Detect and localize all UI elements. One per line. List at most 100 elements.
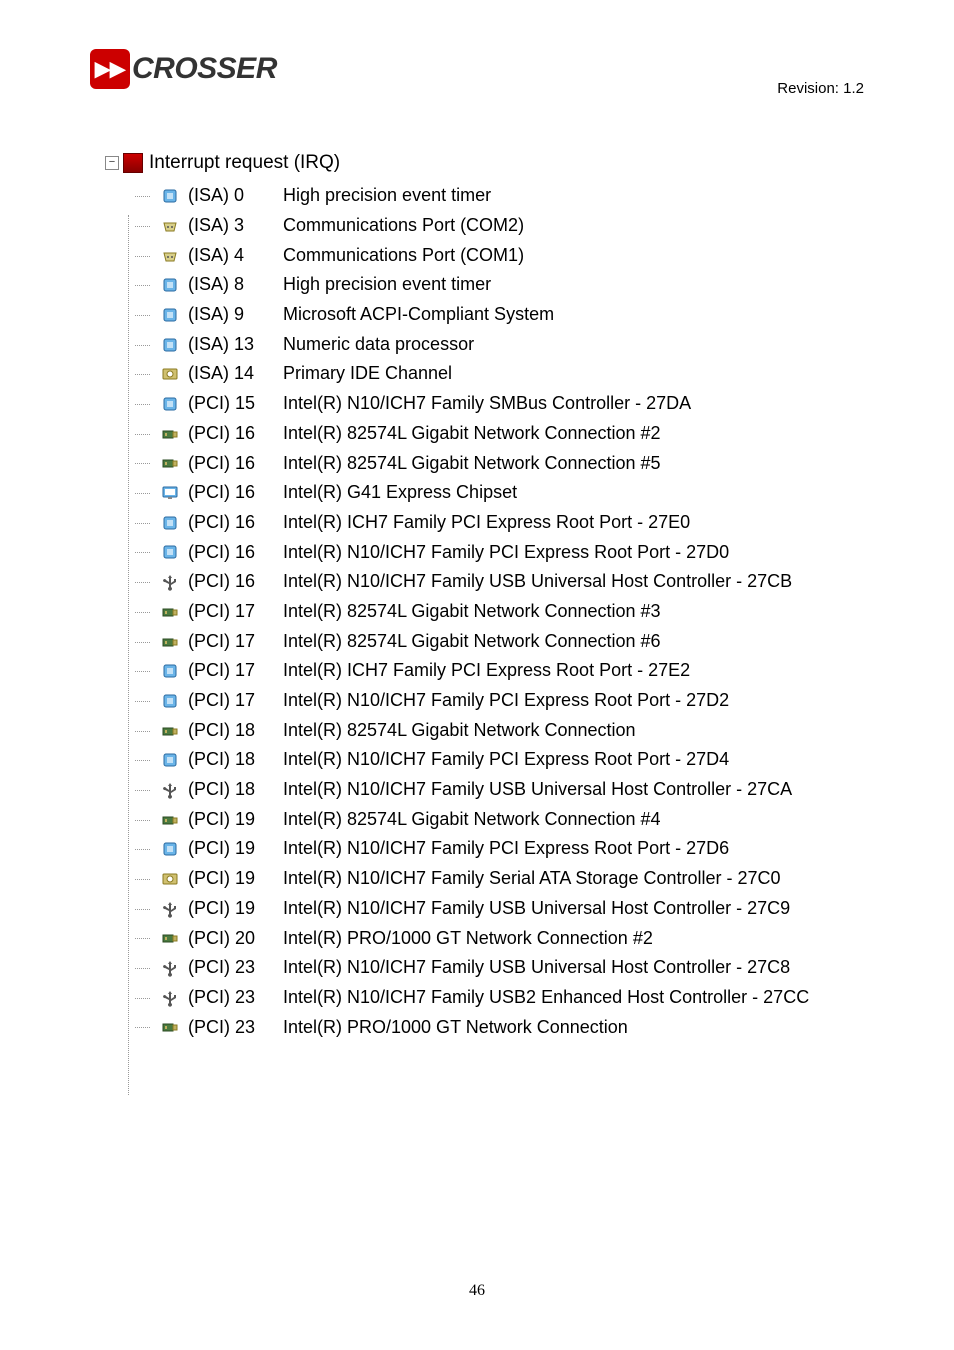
tree-vertical-connector — [128, 215, 130, 1095]
tree-item[interactable]: (ISA) 4Communications Port (COM1) — [135, 241, 954, 271]
page-number: 46 — [0, 1282, 954, 1300]
chip-icon — [160, 394, 180, 414]
tree-item[interactable]: (ISA) 8High precision event timer — [135, 270, 954, 300]
usb-icon — [160, 572, 180, 592]
chip-icon — [160, 839, 180, 859]
collapse-icon[interactable]: − — [105, 156, 119, 170]
irq-column: (PCI) 18 — [188, 745, 283, 775]
irq-column: (PCI) 17 — [188, 627, 283, 657]
device-description: Intel(R) N10/ICH7 Family USB Universal H… — [283, 894, 790, 924]
irq-column: (PCI) 17 — [188, 656, 283, 686]
irq-root-icon — [123, 153, 143, 173]
tree-item[interactable]: (ISA) 3Communications Port (COM2) — [135, 211, 954, 241]
tree-root[interactable]: − Interrupt request (IRQ) — [105, 147, 954, 178]
tree-item[interactable]: (PCI) 17Intel(R) 82574L Gigabit Network … — [135, 597, 954, 627]
tree-item[interactable]: (PCI) 19Intel(R) N10/ICH7 Family USB Uni… — [135, 894, 954, 924]
irq-column: (PCI) 17 — [188, 686, 283, 716]
revision-text: Revision: 1.2 — [777, 80, 864, 97]
device-description: Intel(R) N10/ICH7 Family USB2 Enhanced H… — [283, 983, 809, 1013]
root-label: Interrupt request (IRQ) — [149, 147, 340, 178]
tree-item[interactable]: (PCI) 17Intel(R) N10/ICH7 Family PCI Exp… — [135, 686, 954, 716]
device-description: Intel(R) 82574L Gigabit Network Connecti… — [283, 627, 661, 657]
tree-item[interactable]: (PCI) 23Intel(R) PRO/1000 GT Network Con… — [135, 1013, 954, 1043]
device-description: Communications Port (COM1) — [283, 241, 524, 271]
irq-column: (PCI) 16 — [188, 478, 283, 508]
tree-item[interactable]: (PCI) 15Intel(R) N10/ICH7 Family SMBus C… — [135, 389, 954, 419]
device-description: Intel(R) N10/ICH7 Family PCI Express Roo… — [283, 834, 729, 864]
tree-item[interactable]: (PCI) 16Intel(R) N10/ICH7 Family PCI Exp… — [135, 538, 954, 568]
tree-item[interactable]: (PCI) 20Intel(R) PRO/1000 GT Network Con… — [135, 924, 954, 954]
device-description: Intel(R) ICH7 Family PCI Express Root Po… — [283, 656, 690, 686]
usb-icon — [160, 958, 180, 978]
device-description: High precision event timer — [283, 270, 491, 300]
device-description: Intel(R) N10/ICH7 Family USB Universal H… — [283, 567, 792, 597]
nic-icon — [160, 1017, 180, 1037]
logo: ▸▸ CROSSER — [90, 49, 277, 89]
irq-column: (PCI) 16 — [188, 567, 283, 597]
tree-item[interactable]: (ISA) 0High precision event timer — [135, 181, 954, 211]
device-description: Intel(R) 82574L Gigabit Network Connecti… — [283, 716, 636, 746]
chip-icon — [160, 335, 180, 355]
tree-items: (ISA) 0High precision event timer(ISA) 3… — [105, 181, 954, 1042]
device-description: Intel(R) N10/ICH7 Family SMBus Controlle… — [283, 389, 691, 419]
tree-item[interactable]: (PCI) 17Intel(R) 82574L Gigabit Network … — [135, 627, 954, 657]
irq-column: (PCI) 23 — [188, 953, 283, 983]
device-description: Intel(R) 82574L Gigabit Network Connecti… — [283, 597, 661, 627]
tree-item[interactable]: (ISA) 14Primary IDE Channel — [135, 359, 954, 389]
chip-icon — [160, 691, 180, 711]
logo-arrows-icon: ▸▸ — [95, 54, 125, 84]
nic-icon — [160, 424, 180, 444]
display-icon — [160, 483, 180, 503]
device-description: Intel(R) ICH7 Family PCI Express Root Po… — [283, 508, 690, 538]
tree-item[interactable]: (PCI) 18Intel(R) N10/ICH7 Family PCI Exp… — [135, 745, 954, 775]
usb-icon — [160, 780, 180, 800]
tree-item[interactable]: (PCI) 18Intel(R) N10/ICH7 Family USB Uni… — [135, 775, 954, 805]
tree-item[interactable]: (PCI) 19Intel(R) N10/ICH7 Family PCI Exp… — [135, 834, 954, 864]
nic-icon — [160, 602, 180, 622]
device-description: Primary IDE Channel — [283, 359, 452, 389]
device-description: Intel(R) 82574L Gigabit Network Connecti… — [283, 805, 661, 835]
tree-item[interactable]: (PCI) 19Intel(R) 82574L Gigabit Network … — [135, 805, 954, 835]
irq-column: (PCI) 19 — [188, 805, 283, 835]
device-description: Intel(R) N10/ICH7 Family PCI Express Roo… — [283, 538, 729, 568]
tree-item[interactable]: (PCI) 16Intel(R) ICH7 Family PCI Express… — [135, 508, 954, 538]
tree-item[interactable]: (PCI) 16Intel(R) 82574L Gigabit Network … — [135, 419, 954, 449]
tree-item[interactable]: (PCI) 19Intel(R) N10/ICH7 Family Serial … — [135, 864, 954, 894]
tree-item[interactable]: (PCI) 16Intel(R) G41 Express Chipset — [135, 478, 954, 508]
ide-icon — [160, 869, 180, 889]
tree-item[interactable]: (PCI) 16Intel(R) 82574L Gigabit Network … — [135, 449, 954, 479]
tree-item[interactable]: (PCI) 16Intel(R) N10/ICH7 Family USB Uni… — [135, 567, 954, 597]
nic-icon — [160, 928, 180, 948]
tree-item[interactable]: (PCI) 23Intel(R) N10/ICH7 Family USB2 En… — [135, 983, 954, 1013]
device-description: Intel(R) 82574L Gigabit Network Connecti… — [283, 419, 661, 449]
tree-item[interactable]: (PCI) 23Intel(R) N10/ICH7 Family USB Uni… — [135, 953, 954, 983]
device-description: Intel(R) N10/ICH7 Family USB Universal H… — [283, 775, 792, 805]
irq-column: (PCI) 18 — [188, 716, 283, 746]
tree-item[interactable]: (ISA) 9Microsoft ACPI-Compliant System — [135, 300, 954, 330]
logo-text: CROSSER — [132, 52, 277, 86]
usb-icon — [160, 988, 180, 1008]
usb-icon — [160, 899, 180, 919]
page-header: ▸▸ CROSSER Revision: 1.2 — [0, 0, 954, 107]
device-description: Intel(R) 82574L Gigabit Network Connecti… — [283, 449, 661, 479]
irq-column: (ISA) 0 — [188, 181, 283, 211]
chip-icon — [160, 661, 180, 681]
irq-column: (PCI) 18 — [188, 775, 283, 805]
irq-column: (PCI) 16 — [188, 508, 283, 538]
nic-icon — [160, 721, 180, 741]
chip-icon — [160, 305, 180, 325]
device-description: Intel(R) PRO/1000 GT Network Connection — [283, 1013, 628, 1043]
irq-column: (ISA) 4 — [188, 241, 283, 271]
tree-item[interactable]: (PCI) 17Intel(R) ICH7 Family PCI Express… — [135, 656, 954, 686]
chip-icon — [160, 542, 180, 562]
tree-item[interactable]: (ISA) 13Numeric data processor — [135, 330, 954, 360]
tree-item[interactable]: (PCI) 18Intel(R) 82574L Gigabit Network … — [135, 716, 954, 746]
chip-icon — [160, 750, 180, 770]
irq-column: (ISA) 13 — [188, 330, 283, 360]
irq-column: (PCI) 16 — [188, 449, 283, 479]
irq-column: (PCI) 15 — [188, 389, 283, 419]
chip-icon — [160, 513, 180, 533]
irq-tree: − Interrupt request (IRQ) (ISA) 0High pr… — [105, 147, 954, 1042]
irq-column: (ISA) 14 — [188, 359, 283, 389]
nic-icon — [160, 810, 180, 830]
